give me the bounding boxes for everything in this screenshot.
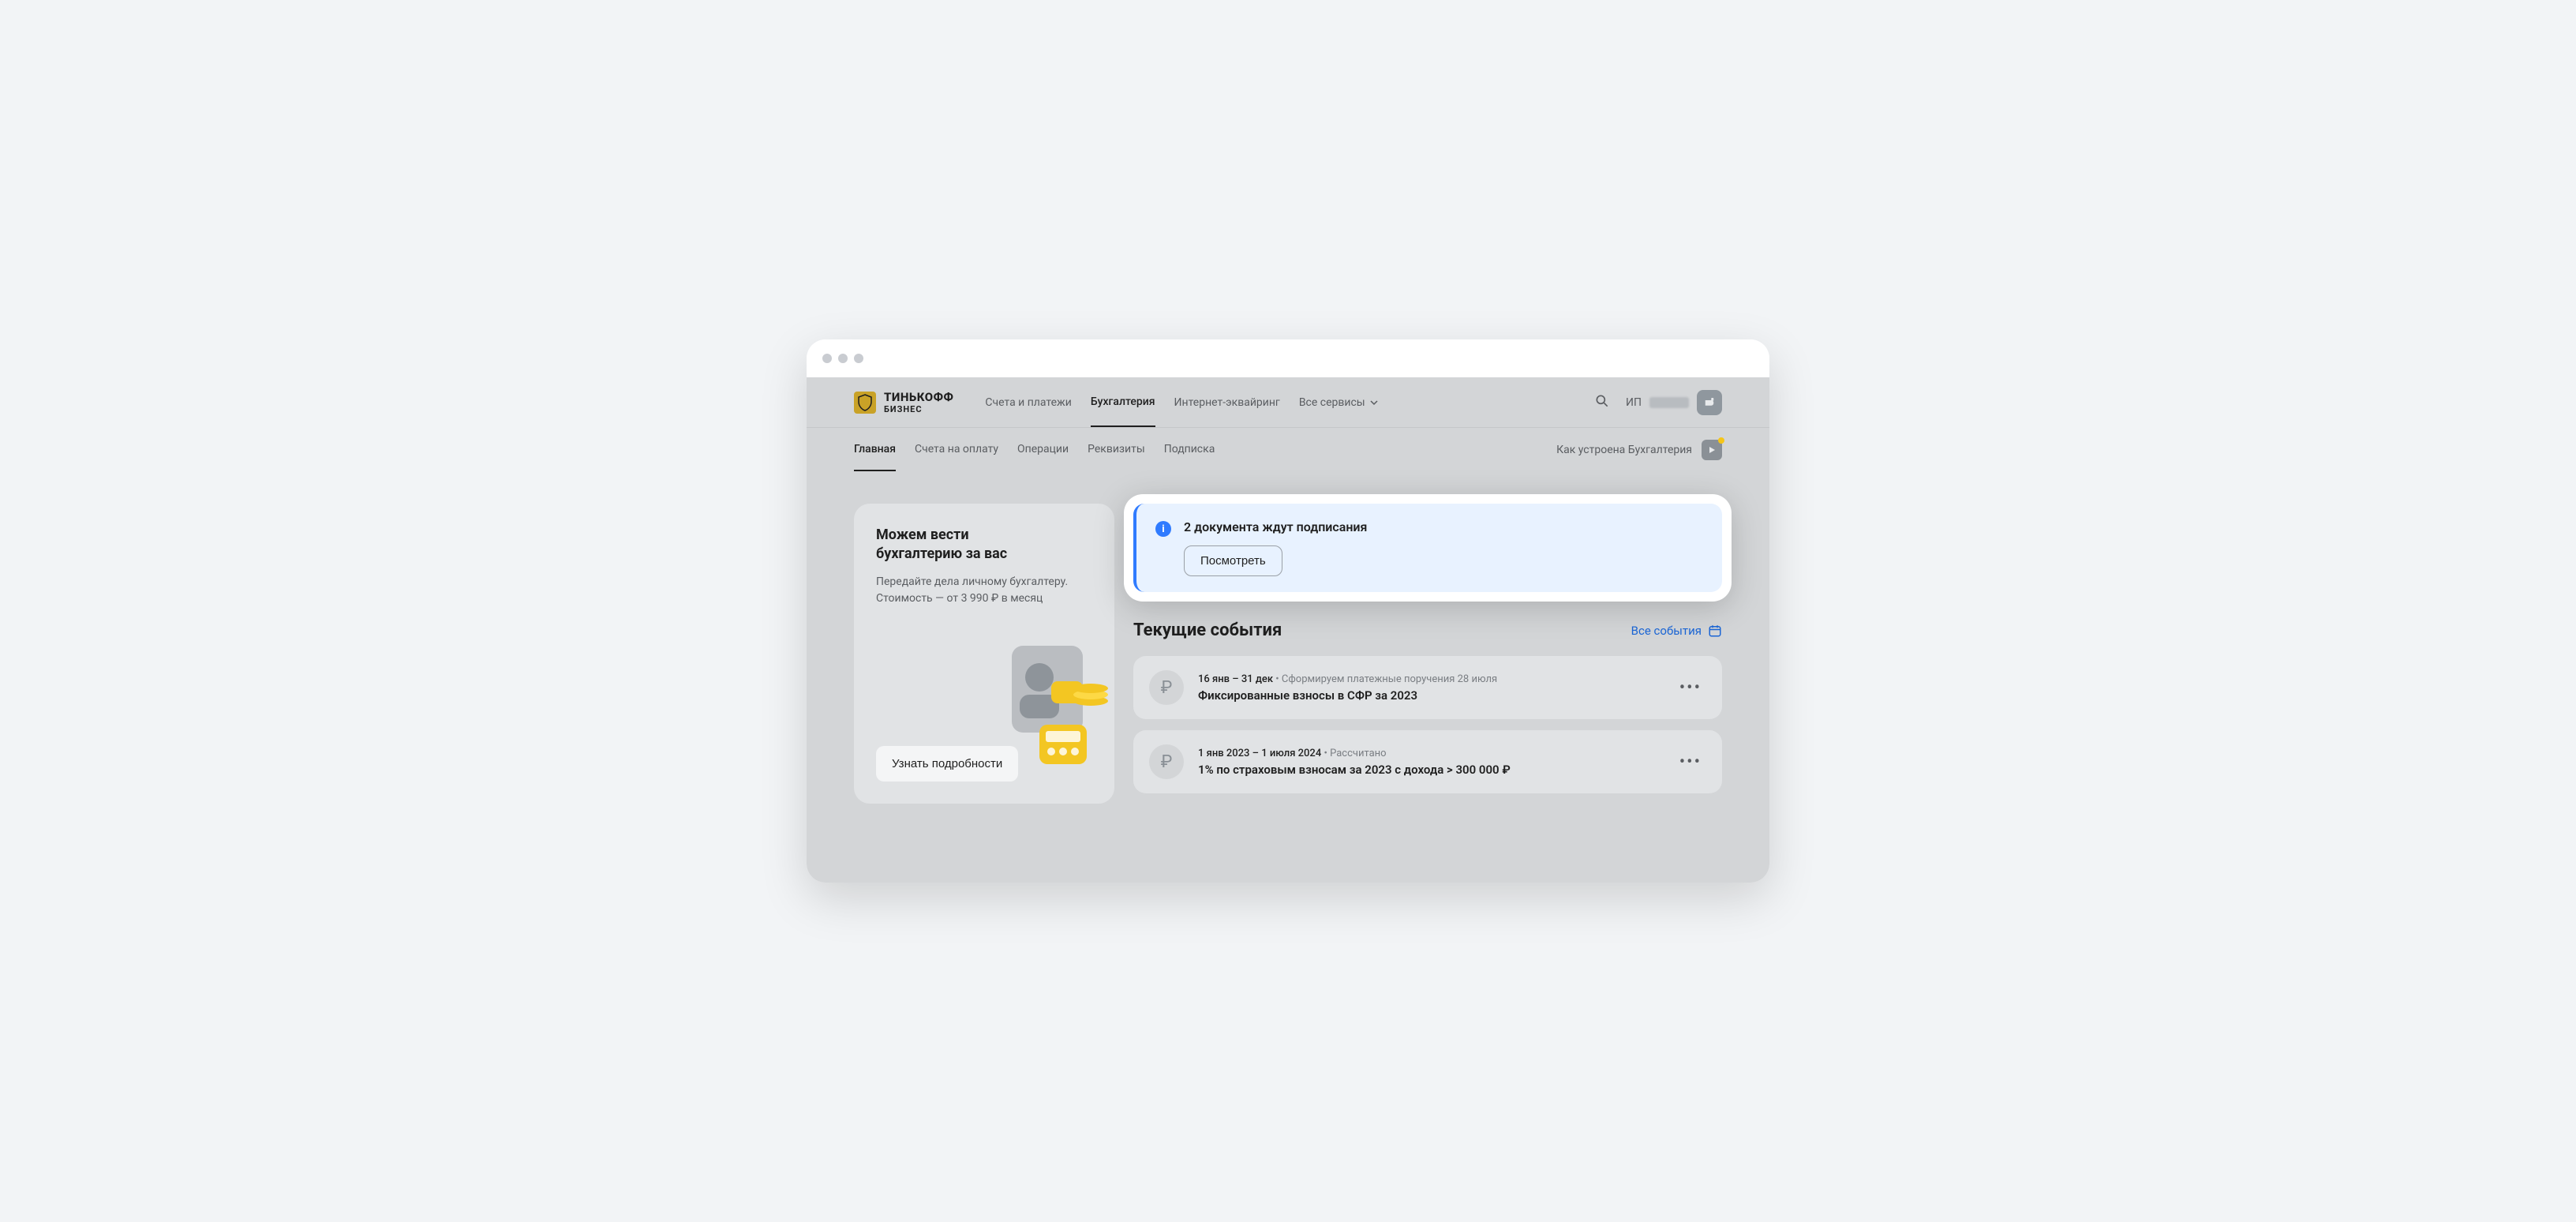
calendar-icon [1708, 624, 1722, 638]
subnav-invoices[interactable]: Счета на оплату [915, 429, 998, 471]
user-prefix: ИП [1626, 396, 1642, 409]
subnav-main[interactable]: Главная [854, 429, 896, 471]
play-icon [1702, 440, 1722, 460]
all-events-link[interactable]: Все события [1631, 624, 1722, 638]
browser-frame: ТИНЬКОФФ БИЗНЕС Счета и платежи Бухгалте… [807, 339, 1769, 883]
window-titlebar [807, 339, 1769, 377]
nav-accounting[interactable]: Бухгалтерия [1091, 378, 1155, 427]
events-header: Текущие события Все события [1133, 620, 1722, 640]
brand-line2: БИЗНЕС [884, 405, 953, 414]
event-title: Фиксированные взносы в СФР за 2023 [1198, 688, 1661, 703]
promo-description: Передайте дела личному бухгалтеру. Стоим… [876, 574, 1092, 607]
traffic-light-close[interactable] [822, 354, 832, 363]
traffic-light-min[interactable] [838, 354, 848, 363]
main-nav-list: Счета и платежи Бухгалтерия Интернет-экв… [985, 378, 1594, 426]
sub-nav: Главная Счета на оплату Операции Реквизи… [807, 428, 1769, 472]
promo-title: Можем вести бухгалтерию за вас [876, 526, 1092, 564]
promo-cta-button[interactable]: Узнать подробности [876, 746, 1018, 782]
alert-title: 2 документа ждут подписания [1184, 519, 1367, 534]
chevron-down-icon [1370, 399, 1378, 407]
sub-nav-list: Главная Счета на оплату Операции Реквизи… [854, 429, 1556, 471]
subnav-requisites[interactable]: Реквизиты [1088, 429, 1145, 471]
help-link[interactable]: Как устроена Бухгалтерия [1556, 440, 1722, 460]
event-title: 1% по страховым взносам за 2023 с дохода… [1198, 763, 1661, 777]
promo-card: Можем вести бухгалтерию за вас Передайте… [854, 504, 1114, 804]
ruble-icon: ₽ [1149, 670, 1184, 705]
top-nav-right: ИП [1594, 390, 1722, 415]
traffic-light-max[interactable] [854, 354, 863, 363]
content-area: Можем вести бухгалтерию за вас Передайте… [807, 472, 1769, 852]
brand-line1: ТИНЬКОФФ [884, 392, 953, 403]
nav-accounts-payments[interactable]: Счета и платежи [985, 378, 1071, 426]
nav-acquiring[interactable]: Интернет-эквайринг [1174, 378, 1280, 426]
ruble-icon: ₽ [1149, 744, 1184, 779]
event-card[interactable]: ₽ 1 янв 2023 – 1 июля 2024 • Рассчитано … [1133, 730, 1722, 793]
brand-logo[interactable]: ТИНЬКОФФ БИЗНЕС [854, 392, 953, 414]
search-icon[interactable] [1594, 393, 1610, 412]
event-more-icon[interactable]: ••• [1675, 752, 1706, 772]
subnav-subscription[interactable]: Подписка [1164, 429, 1215, 471]
top-nav: ТИНЬКОФФ БИЗНЕС Счета и платежи Бухгалте… [807, 377, 1769, 428]
event-meta: 16 янв – 31 дек • Сформируем платежные п… [1198, 673, 1661, 685]
user-name-redacted [1649, 397, 1689, 408]
info-icon: i [1155, 521, 1171, 537]
event-more-icon[interactable]: ••• [1675, 678, 1706, 698]
app-root: ТИНЬКОФФ БИЗНЕС Счета и платежи Бухгалте… [807, 377, 1769, 883]
brand-shield-icon [854, 392, 876, 414]
events-heading: Текущие события [1133, 620, 1282, 640]
avatar-icon [1697, 390, 1722, 415]
nav-all-services[interactable]: Все сервисы [1299, 378, 1378, 426]
alert-highlight: i 2 документа ждут подписания Посмотреть [1124, 494, 1732, 602]
event-meta: 1 янв 2023 – 1 июля 2024 • Рассчитано [1198, 748, 1661, 759]
event-card[interactable]: ₽ 16 янв – 31 дек • Сформируем платежные… [1133, 656, 1722, 719]
subnav-operations[interactable]: Операции [1017, 429, 1069, 471]
alert-view-button[interactable]: Посмотреть [1184, 545, 1282, 576]
signing-alert: i 2 документа ждут подписания Посмотреть [1133, 504, 1722, 592]
user-account-chip[interactable]: ИП [1626, 390, 1722, 415]
main-column: i 2 документа ждут подписания Посмотреть… [1133, 504, 1722, 804]
